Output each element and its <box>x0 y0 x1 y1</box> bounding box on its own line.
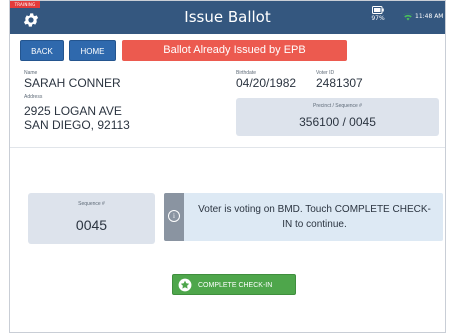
bmd-info-message: i Voter is voting on BMD. Touch COMPLETE… <box>164 193 443 241</box>
star-check-icon <box>178 278 192 292</box>
section-divider <box>10 147 445 148</box>
battery-status: 97% <box>369 6 387 22</box>
precinct-value: 356100 / 0045 <box>299 115 376 129</box>
training-badge: TRAINING <box>10 1 40 8</box>
battery-icon <box>372 6 384 14</box>
top-bar: TRAINING Issue Ballot 97% 11:48 AM <box>10 1 445 34</box>
ballot-issued-alert: Ballot Already Issued by EPB <box>122 40 347 61</box>
voter-id-value: 2481307 <box>316 76 363 90</box>
address-line1: 2925 LOGAN AVE <box>24 104 122 118</box>
precinct-label: Precinct / Sequence # <box>313 103 362 109</box>
app-window: TRAINING Issue Ballot 97% 11:48 AM BACK … <box>9 0 446 333</box>
battery-percent: 97% <box>371 15 385 22</box>
info-icon: i <box>168 210 180 222</box>
wifi-icon <box>403 13 413 21</box>
clock: 11:48 AM <box>415 13 444 20</box>
precinct-panel: Precinct / Sequence # 356100 / 0045 <box>236 98 439 136</box>
sequence-label: Sequence # <box>78 201 105 207</box>
complete-check-in-label: COMPLETE CHECK-IN <box>198 282 273 289</box>
address-label: Address <box>24 94 43 100</box>
voter-name: SARAH CONNER <box>24 76 121 90</box>
back-button[interactable]: BACK <box>20 40 64 61</box>
sequence-panel: Sequence # 0045 <box>28 193 155 244</box>
info-message-text: Voter is voting on BMD. Touch COMPLETE C… <box>198 204 431 230</box>
complete-check-in-button[interactable]: COMPLETE CHECK-IN <box>172 274 296 295</box>
birthdate-value: 04/20/1982 <box>236 76 297 90</box>
address-line2: SAN DIEGO, 92113 <box>24 118 130 132</box>
sequence-value: 0045 <box>75 217 108 233</box>
home-button[interactable]: HOME <box>69 40 116 61</box>
